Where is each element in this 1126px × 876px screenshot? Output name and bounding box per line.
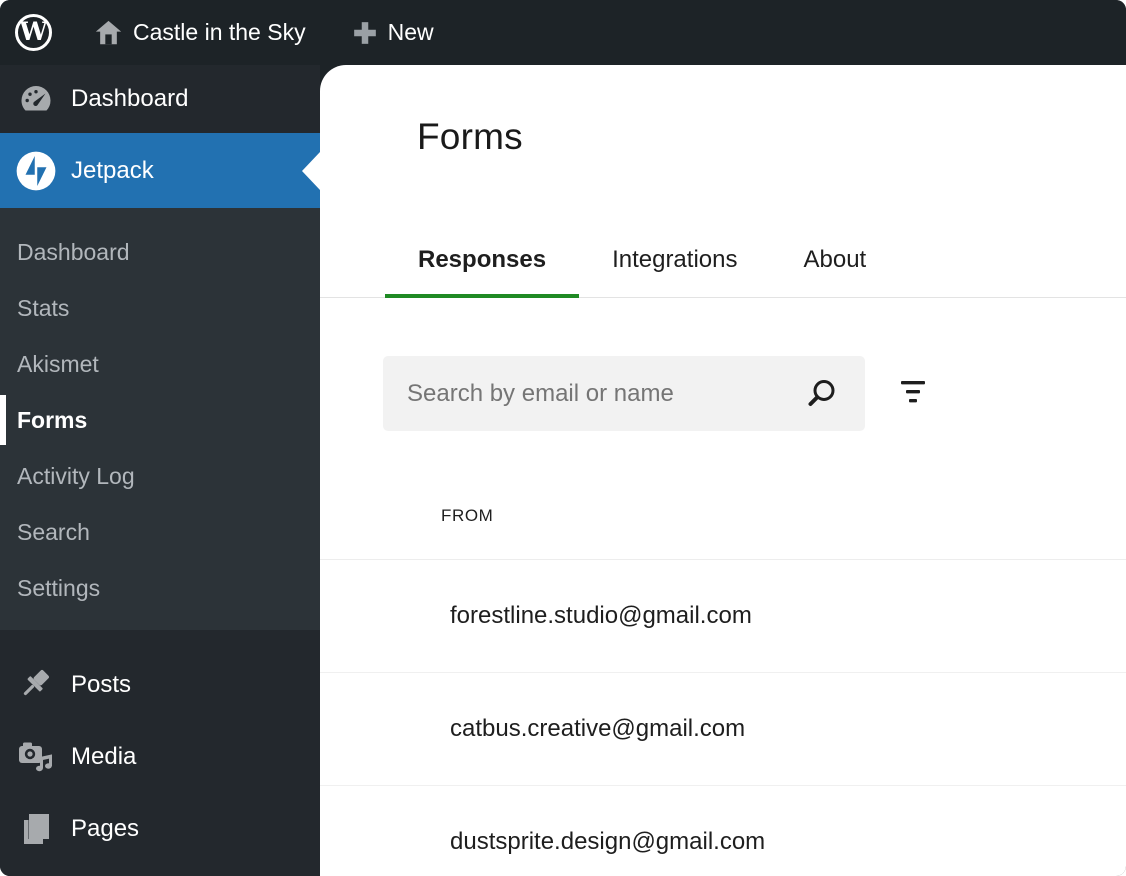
filter-button[interactable]	[899, 379, 927, 408]
row-from-email: forestline.studio@gmail.com	[450, 602, 752, 630]
sidebar-item-media[interactable]: Media	[0, 721, 320, 793]
submenu-item-label: Dashboard	[17, 239, 130, 266]
tab-integrations[interactable]: Integrations	[579, 246, 770, 297]
table-row[interactable]: forestline.studio@gmail.com	[320, 560, 1126, 673]
site-name-link[interactable]: Castle in the Sky	[133, 19, 306, 46]
tabs-bar: Responses Integrations About	[320, 246, 1126, 298]
sidebar-item-label: Jetpack	[71, 157, 154, 185]
new-link[interactable]: New	[388, 19, 434, 46]
page-title: Forms	[417, 118, 1126, 155]
wordpress-logo-icon[interactable]: W	[15, 14, 52, 51]
media-icon	[16, 737, 56, 777]
submenu-item-label: Stats	[17, 295, 69, 322]
app-window: W Castle in the Sky New	[0, 0, 1126, 876]
responses-toolbar	[383, 356, 1126, 431]
sidebar-item-posts[interactable]: Posts	[0, 649, 320, 721]
sidebar-item-label: Posts	[71, 671, 131, 699]
table-header: FROM	[320, 431, 1126, 526]
sidebar-item-jetpack[interactable]: Jetpack	[0, 133, 320, 208]
submenu-item-stats[interactable]: Stats	[0, 280, 320, 336]
sidebar-item-label: Pages	[71, 815, 139, 843]
submenu-item-label: Settings	[17, 575, 100, 602]
submenu-item-activity-log[interactable]: Activity Log	[0, 448, 320, 504]
row-from-email: dustsprite.design@gmail.com	[450, 828, 765, 856]
submenu-item-dashboard[interactable]: Dashboard	[0, 224, 320, 280]
submenu-item-settings[interactable]: Settings	[0, 560, 320, 616]
sidebar-item-label: Dashboard	[71, 85, 188, 113]
sidebar-item-pages[interactable]: Pages	[0, 793, 320, 865]
column-header-from: FROM	[441, 506, 493, 525]
tab-responses[interactable]: Responses	[385, 246, 579, 297]
home-icon[interactable]	[93, 18, 124, 48]
search-input[interactable]	[383, 356, 803, 431]
admin-top-bar: W Castle in the Sky New	[0, 0, 1126, 65]
pages-icon	[16, 809, 56, 849]
tab-about[interactable]: About	[770, 246, 899, 297]
search-icon[interactable]	[803, 376, 839, 412]
dashboard-gauge-icon	[16, 79, 56, 119]
filter-icon	[899, 379, 927, 408]
submenu-item-label: Akismet	[17, 351, 99, 378]
table-row[interactable]: catbus.creative@gmail.com	[320, 673, 1126, 786]
submenu-item-forms[interactable]: Forms	[0, 392, 320, 448]
sidebar-item-dashboard[interactable]: Dashboard	[0, 65, 320, 133]
row-from-email: catbus.creative@gmail.com	[450, 715, 745, 743]
table-row[interactable]: dustsprite.design@gmail.com	[320, 786, 1126, 876]
admin-sidebar: Dashboard Jetpack Dashboard Stats Akisme…	[0, 65, 320, 876]
sidebar-item-label: Media	[71, 743, 136, 771]
pushpin-icon	[16, 665, 56, 705]
jetpack-icon	[16, 151, 56, 191]
search-box[interactable]	[383, 356, 865, 431]
submenu-item-akismet[interactable]: Akismet	[0, 336, 320, 392]
submenu-item-label: Activity Log	[17, 463, 135, 490]
submenu-item-label: Search	[17, 519, 90, 546]
sidebar-lower-menu: Posts Media	[0, 630, 320, 865]
submenu-item-label: Forms	[17, 407, 87, 434]
main-content-panel: Forms Responses Integrations About	[320, 65, 1126, 876]
submenu-item-search[interactable]: Search	[0, 504, 320, 560]
jetpack-submenu: Dashboard Stats Akismet Forms Activity L…	[0, 208, 320, 630]
plus-icon[interactable]	[352, 20, 378, 46]
